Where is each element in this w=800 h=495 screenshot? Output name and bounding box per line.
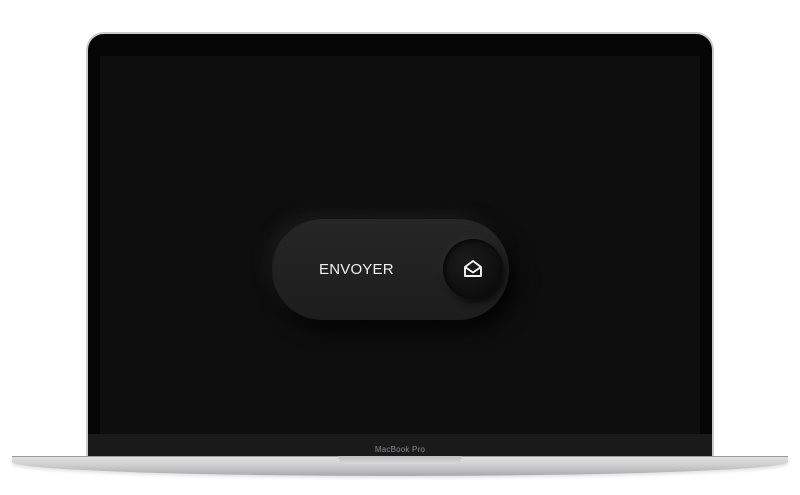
laptop-screen: ENVOYER	[100, 56, 700, 434]
envelope-open-icon	[464, 260, 482, 277]
laptop-base-notch	[338, 456, 462, 464]
send-button-label: ENVOYER	[319, 261, 394, 278]
send-button[interactable]: ENVOYER	[272, 219, 509, 320]
send-icon-knob	[443, 239, 503, 299]
device-model-label: MacBook Pro	[374, 445, 426, 454]
